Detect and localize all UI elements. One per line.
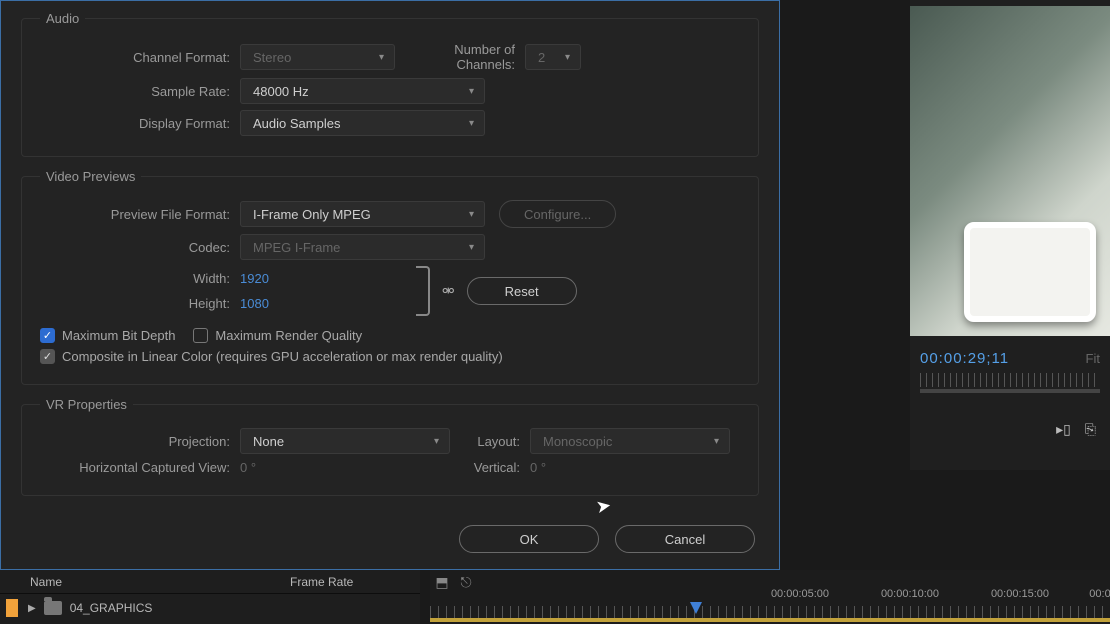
time-ruler[interactable] xyxy=(430,606,1110,618)
preview-format-label: Preview File Format: xyxy=(40,207,240,222)
vr-legend: VR Properties xyxy=(40,397,133,412)
max-bit-depth-checkbox[interactable]: ✓ Maximum Bit Depth xyxy=(40,328,175,343)
channel-format-select: Stereo ▾ xyxy=(240,44,395,70)
label-color-swatch[interactable] xyxy=(6,599,18,617)
ruler-label: 00:0 xyxy=(1089,588,1110,600)
width-field[interactable]: 1920 xyxy=(240,271,410,286)
audio-legend: Audio xyxy=(40,11,85,26)
width-label: Width: xyxy=(40,271,240,286)
linked-selection-icon[interactable]: ⎋ xyxy=(458,574,474,591)
ruler-label: 00:00:10:00 xyxy=(881,588,939,600)
chevron-down-icon: ▾ xyxy=(469,86,474,97)
sample-rate-label: Sample Rate: xyxy=(40,84,240,99)
sample-rate-select[interactable]: 48000 Hz ▾ xyxy=(240,78,485,104)
project-panel: Name Frame Rate ▶ 04_GRAPHICS xyxy=(0,570,420,624)
layout-select: Monoscopic ▾ xyxy=(530,428,730,454)
timeline-panel[interactable]: ⬒ ⎋ 00:00:05:00 00:00:10:00 00:00:15:00 … xyxy=(430,570,1110,624)
chevron-down-icon: ▾ xyxy=(565,52,570,63)
ruler-label: 00:00:15:00 xyxy=(991,588,1049,600)
project-item-name: 04_GRAPHICS xyxy=(70,601,153,615)
column-frame-rate[interactable]: Frame Rate xyxy=(290,570,420,593)
vview-label: Vertical: xyxy=(450,460,530,475)
chevron-down-icon: ▾ xyxy=(379,52,384,63)
export-frame-icon[interactable]: ⎘ xyxy=(1085,421,1096,438)
hview-field: 0 ° xyxy=(240,460,450,475)
vr-properties-section: VR Properties Projection: None ▾ Layout:… xyxy=(21,397,759,496)
height-label: Height: xyxy=(40,296,240,311)
chevron-down-icon: ▾ xyxy=(434,436,439,447)
composite-linear-checkbox[interactable]: ✓ Composite in Linear Color (requires GP… xyxy=(40,349,503,364)
configure-button: Configure... xyxy=(499,200,616,228)
disclosure-icon[interactable]: ▶ xyxy=(28,603,36,614)
program-ruler[interactable] xyxy=(920,373,1100,387)
ok-button[interactable]: OK xyxy=(459,525,599,553)
layout-label: Layout: xyxy=(450,434,530,449)
audio-section: Audio Channel Format: Stereo ▾ Number of… xyxy=(21,11,759,157)
max-render-quality-checkbox[interactable]: Maximum Render Quality xyxy=(193,328,362,343)
zoom-fit-select[interactable]: Fit xyxy=(1086,351,1100,366)
chevron-down-icon: ▾ xyxy=(469,242,474,253)
display-format-label: Display Format: xyxy=(40,116,240,131)
checkbox-empty-icon xyxy=(193,328,208,343)
sequence-settings-dialog: Audio Channel Format: Stereo ▾ Number of… xyxy=(0,0,780,570)
codec-label: Codec: xyxy=(40,240,240,255)
ruler-label: 00:00:05:00 xyxy=(771,588,829,600)
program-timecode[interactable]: 00:00:29;11 xyxy=(920,350,1009,367)
work-area-bar[interactable] xyxy=(430,618,1110,622)
hview-label: Horizontal Captured View: xyxy=(40,460,240,475)
preview-format-select[interactable]: I-Frame Only MPEG ▾ xyxy=(240,201,485,227)
project-item[interactable]: ▶ 04_GRAPHICS xyxy=(0,594,420,622)
cancel-button[interactable]: Cancel xyxy=(615,525,755,553)
num-channels-label: Number of Channels: xyxy=(395,42,525,72)
height-field[interactable]: 1080 xyxy=(240,296,410,311)
checkmark-icon: ✓ xyxy=(40,328,55,343)
video-previews-legend: Video Previews xyxy=(40,169,141,184)
column-name[interactable]: Name xyxy=(28,570,290,593)
channel-format-label: Channel Format: xyxy=(40,50,240,65)
chevron-down-icon: ▾ xyxy=(469,209,474,220)
chevron-down-icon: ▾ xyxy=(714,436,719,447)
vview-field: 0 ° xyxy=(530,460,546,475)
video-previews-section: Video Previews Preview File Format: I-Fr… xyxy=(21,169,759,385)
mouse-cursor-icon: ➤ xyxy=(594,495,613,518)
project-header: Name Frame Rate xyxy=(0,570,420,594)
projection-select[interactable]: None ▾ xyxy=(240,428,450,454)
snap-icon[interactable]: ⬒ xyxy=(434,574,450,591)
folder-icon xyxy=(44,601,62,615)
checkmark-icon: ✓ xyxy=(40,349,55,364)
display-format-select[interactable]: Audio Samples ▾ xyxy=(240,110,485,136)
program-video[interactable] xyxy=(910,6,1110,336)
projection-label: Projection: xyxy=(40,434,240,449)
chevron-down-icon: ▾ xyxy=(469,118,474,129)
link-dimensions-icon[interactable]: ⚮ xyxy=(442,282,455,300)
link-bracket-icon xyxy=(416,266,430,316)
program-monitor: 00:00:29;11 Fit ▸▯ ⎘ xyxy=(910,0,1110,470)
reset-button[interactable]: Reset xyxy=(467,277,577,305)
insert-icon[interactable]: ▸▯ xyxy=(1056,421,1071,438)
num-channels-select: 2 ▾ xyxy=(525,44,581,70)
codec-select: MPEG I-Frame ▾ xyxy=(240,234,485,260)
